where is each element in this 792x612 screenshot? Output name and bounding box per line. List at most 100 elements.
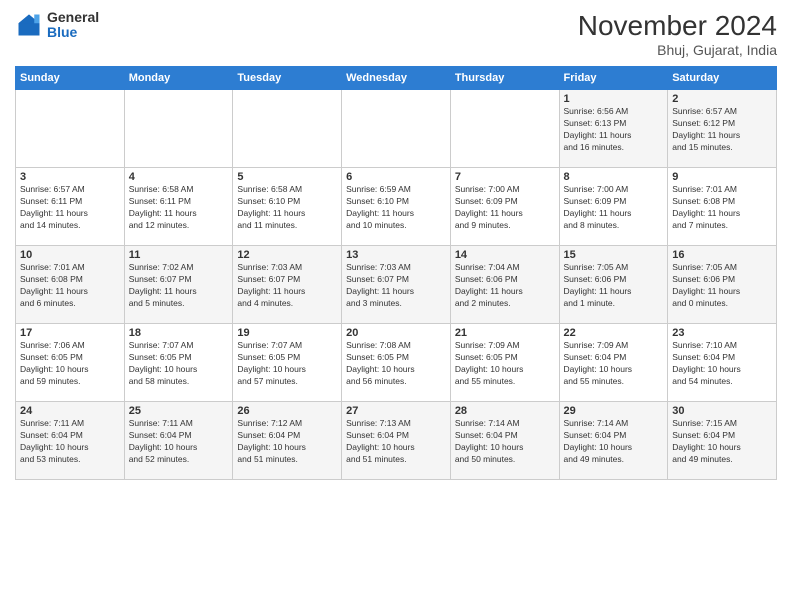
calendar-day-cell xyxy=(450,90,559,168)
calendar-day-cell xyxy=(342,90,451,168)
calendar-day-cell: 3Sunrise: 6:57 AM Sunset: 6:11 PM Daylig… xyxy=(16,168,125,246)
day-number: 30 xyxy=(672,405,772,417)
day-number: 19 xyxy=(237,327,337,339)
day-info: Sunrise: 6:59 AM Sunset: 6:10 PM Dayligh… xyxy=(346,184,446,232)
calendar-day-cell: 12Sunrise: 7:03 AM Sunset: 6:07 PM Dayli… xyxy=(233,246,342,324)
day-number: 29 xyxy=(564,405,664,417)
day-number: 4 xyxy=(129,171,229,183)
day-info: Sunrise: 6:56 AM Sunset: 6:13 PM Dayligh… xyxy=(564,106,664,154)
day-info: Sunrise: 7:05 AM Sunset: 6:06 PM Dayligh… xyxy=(564,262,664,310)
logo-text: General Blue xyxy=(47,10,99,41)
day-number: 25 xyxy=(129,405,229,417)
logo: General Blue xyxy=(15,10,99,41)
calendar-day-cell: 16Sunrise: 7:05 AM Sunset: 6:06 PM Dayli… xyxy=(668,246,777,324)
calendar-day-cell: 15Sunrise: 7:05 AM Sunset: 6:06 PM Dayli… xyxy=(559,246,668,324)
day-info: Sunrise: 7:03 AM Sunset: 6:07 PM Dayligh… xyxy=(237,262,337,310)
logo-general: General xyxy=(47,10,99,25)
day-info: Sunrise: 6:57 AM Sunset: 6:11 PM Dayligh… xyxy=(20,184,120,232)
day-info: Sunrise: 7:14 AM Sunset: 6:04 PM Dayligh… xyxy=(564,418,664,466)
calendar-day-cell xyxy=(233,90,342,168)
calendar-day-cell: 10Sunrise: 7:01 AM Sunset: 6:08 PM Dayli… xyxy=(16,246,125,324)
weekday-header: Sunday xyxy=(16,67,125,90)
day-info: Sunrise: 7:09 AM Sunset: 6:05 PM Dayligh… xyxy=(455,340,555,388)
month-title: November 2024 xyxy=(578,10,777,42)
day-info: Sunrise: 7:07 AM Sunset: 6:05 PM Dayligh… xyxy=(237,340,337,388)
day-number: 12 xyxy=(237,249,337,261)
day-number: 2 xyxy=(672,93,772,105)
calendar-day-cell: 26Sunrise: 7:12 AM Sunset: 6:04 PM Dayli… xyxy=(233,402,342,480)
calendar-table: SundayMondayTuesdayWednesdayThursdayFrid… xyxy=(15,66,777,480)
calendar-day-cell: 5Sunrise: 6:58 AM Sunset: 6:10 PM Daylig… xyxy=(233,168,342,246)
day-info: Sunrise: 7:03 AM Sunset: 6:07 PM Dayligh… xyxy=(346,262,446,310)
day-info: Sunrise: 6:57 AM Sunset: 6:12 PM Dayligh… xyxy=(672,106,772,154)
calendar-week-row: 10Sunrise: 7:01 AM Sunset: 6:08 PM Dayli… xyxy=(16,246,777,324)
day-number: 26 xyxy=(237,405,337,417)
day-info: Sunrise: 7:00 AM Sunset: 6:09 PM Dayligh… xyxy=(564,184,664,232)
day-info: Sunrise: 7:11 AM Sunset: 6:04 PM Dayligh… xyxy=(129,418,229,466)
day-number: 1 xyxy=(564,93,664,105)
day-info: Sunrise: 7:06 AM Sunset: 6:05 PM Dayligh… xyxy=(20,340,120,388)
day-info: Sunrise: 6:58 AM Sunset: 6:11 PM Dayligh… xyxy=(129,184,229,232)
calendar-week-row: 1Sunrise: 6:56 AM Sunset: 6:13 PM Daylig… xyxy=(16,90,777,168)
page-header: General Blue November 2024 Bhuj, Gujarat… xyxy=(15,10,777,58)
day-info: Sunrise: 7:12 AM Sunset: 6:04 PM Dayligh… xyxy=(237,418,337,466)
day-info: Sunrise: 7:10 AM Sunset: 6:04 PM Dayligh… xyxy=(672,340,772,388)
calendar-day-cell: 21Sunrise: 7:09 AM Sunset: 6:05 PM Dayli… xyxy=(450,324,559,402)
calendar-day-cell: 2Sunrise: 6:57 AM Sunset: 6:12 PM Daylig… xyxy=(668,90,777,168)
day-info: Sunrise: 7:04 AM Sunset: 6:06 PM Dayligh… xyxy=(455,262,555,310)
day-number: 15 xyxy=(564,249,664,261)
day-info: Sunrise: 7:08 AM Sunset: 6:05 PM Dayligh… xyxy=(346,340,446,388)
day-number: 6 xyxy=(346,171,446,183)
weekday-header: Tuesday xyxy=(233,67,342,90)
day-number: 3 xyxy=(20,171,120,183)
day-number: 21 xyxy=(455,327,555,339)
weekday-header: Wednesday xyxy=(342,67,451,90)
calendar-week-row: 17Sunrise: 7:06 AM Sunset: 6:05 PM Dayli… xyxy=(16,324,777,402)
day-number: 8 xyxy=(564,171,664,183)
day-number: 20 xyxy=(346,327,446,339)
day-number: 5 xyxy=(237,171,337,183)
day-number: 24 xyxy=(20,405,120,417)
day-number: 22 xyxy=(564,327,664,339)
calendar-week-row: 3Sunrise: 6:57 AM Sunset: 6:11 PM Daylig… xyxy=(16,168,777,246)
location-subtitle: Bhuj, Gujarat, India xyxy=(578,42,777,58)
calendar-day-cell: 25Sunrise: 7:11 AM Sunset: 6:04 PM Dayli… xyxy=(124,402,233,480)
day-info: Sunrise: 7:01 AM Sunset: 6:08 PM Dayligh… xyxy=(672,184,772,232)
day-info: Sunrise: 7:05 AM Sunset: 6:06 PM Dayligh… xyxy=(672,262,772,310)
day-info: Sunrise: 7:13 AM Sunset: 6:04 PM Dayligh… xyxy=(346,418,446,466)
day-info: Sunrise: 7:09 AM Sunset: 6:04 PM Dayligh… xyxy=(564,340,664,388)
calendar-day-cell: 30Sunrise: 7:15 AM Sunset: 6:04 PM Dayli… xyxy=(668,402,777,480)
calendar-day-cell: 18Sunrise: 7:07 AM Sunset: 6:05 PM Dayli… xyxy=(124,324,233,402)
calendar-day-cell: 13Sunrise: 7:03 AM Sunset: 6:07 PM Dayli… xyxy=(342,246,451,324)
calendar-day-cell: 19Sunrise: 7:07 AM Sunset: 6:05 PM Dayli… xyxy=(233,324,342,402)
calendar-day-cell: 7Sunrise: 7:00 AM Sunset: 6:09 PM Daylig… xyxy=(450,168,559,246)
calendar-day-cell: 6Sunrise: 6:59 AM Sunset: 6:10 PM Daylig… xyxy=(342,168,451,246)
calendar-day-cell: 8Sunrise: 7:00 AM Sunset: 6:09 PM Daylig… xyxy=(559,168,668,246)
calendar-day-cell: 20Sunrise: 7:08 AM Sunset: 6:05 PM Dayli… xyxy=(342,324,451,402)
day-number: 18 xyxy=(129,327,229,339)
calendar-day-cell: 17Sunrise: 7:06 AM Sunset: 6:05 PM Dayli… xyxy=(16,324,125,402)
logo-blue: Blue xyxy=(47,25,99,40)
day-number: 17 xyxy=(20,327,120,339)
calendar-day-cell xyxy=(16,90,125,168)
weekday-header: Friday xyxy=(559,67,668,90)
calendar-day-cell: 29Sunrise: 7:14 AM Sunset: 6:04 PM Dayli… xyxy=(559,402,668,480)
calendar-day-cell: 28Sunrise: 7:14 AM Sunset: 6:04 PM Dayli… xyxy=(450,402,559,480)
calendar-day-cell: 9Sunrise: 7:01 AM Sunset: 6:08 PM Daylig… xyxy=(668,168,777,246)
calendar-week-row: 24 Sunrise: 7:11 AM Sunset: 6:04 PM Dayli… xyxy=(16,402,777,480)
day-info: Sunrise: 7:02 AM Sunset: 6:07 PM Dayligh… xyxy=(129,262,229,310)
day-info: Sunrise: 7:00 AM Sunset: 6:09 PM Dayligh… xyxy=(455,184,555,232)
calendar-header: SundayMondayTuesdayWednesdayThursdayFrid… xyxy=(16,67,777,90)
title-block: November 2024 Bhuj, Gujarat, India xyxy=(578,10,777,58)
calendar-body: 1Sunrise: 6:56 AM Sunset: 6:13 PM Daylig… xyxy=(16,90,777,480)
day-number: 16 xyxy=(672,249,772,261)
calendar-day-cell: 27Sunrise: 7:13 AM Sunset: 6:04 PM Dayli… xyxy=(342,402,451,480)
day-number: 7 xyxy=(455,171,555,183)
calendar-day-cell: 11Sunrise: 7:02 AM Sunset: 6:07 PM Dayli… xyxy=(124,246,233,324)
calendar-day-cell: 4Sunrise: 6:58 AM Sunset: 6:11 PM Daylig… xyxy=(124,168,233,246)
day-number: 11 xyxy=(129,249,229,261)
day-number: 28 xyxy=(455,405,555,417)
calendar-day-cell: 24Sunrise: 7:11 AM Sunset: 6:04 PM Dayli… xyxy=(16,402,125,480)
day-info: Sunrise: 7:14 AM Sunset: 6:04 PM Dayligh… xyxy=(455,418,555,466)
day-number: 10 xyxy=(20,249,120,261)
